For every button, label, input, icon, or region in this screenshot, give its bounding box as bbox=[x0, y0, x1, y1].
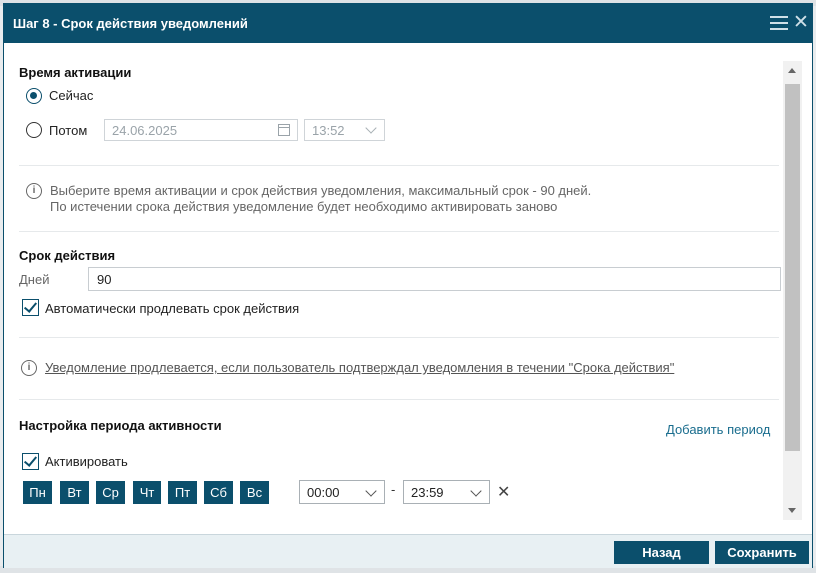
radio-now-label: Сейчас bbox=[49, 88, 94, 103]
remove-period-icon[interactable]: ✕ bbox=[497, 485, 510, 501]
activation-time-value: 13:52 bbox=[312, 123, 345, 138]
period-from-value: 00:00 bbox=[307, 485, 340, 500]
activation-title: Время активации bbox=[19, 65, 132, 80]
add-period-link[interactable]: Добавить период bbox=[666, 422, 770, 437]
auto-extend-label: Автоматически продлевать срок действия bbox=[45, 301, 300, 316]
divider bbox=[19, 337, 779, 338]
save-button[interactable]: Сохранить bbox=[715, 541, 809, 564]
activation-info-line1: Выберите время активации и срок действия… bbox=[50, 183, 592, 198]
radio-now[interactable] bbox=[26, 88, 42, 104]
day-button-sat[interactable]: Сб bbox=[204, 481, 233, 504]
info-icon: i bbox=[21, 360, 37, 376]
day-button-mon[interactable]: Пн bbox=[23, 481, 52, 504]
day-button-tue[interactable]: Вт bbox=[60, 481, 89, 504]
extension-info-link[interactable]: Уведомление продлевается, если пользоват… bbox=[45, 360, 674, 375]
activation-date-field[interactable]: 24.06.2025 bbox=[104, 119, 298, 141]
validity-title: Срок действия bbox=[19, 248, 116, 263]
activate-label: Активировать bbox=[45, 454, 128, 469]
chevron-down-icon bbox=[365, 122, 377, 134]
activate-checkbox[interactable] bbox=[22, 453, 39, 470]
days-input[interactable]: 90 bbox=[88, 267, 781, 291]
day-button-thu[interactable]: Чт bbox=[133, 481, 161, 504]
dialog: Шаг 8 - Срок действия уведомлений ✕ Врем… bbox=[3, 3, 813, 568]
info-icon: i bbox=[26, 183, 42, 199]
divider bbox=[19, 399, 779, 400]
scroll-thumb[interactable] bbox=[785, 84, 800, 451]
scroll-down-icon[interactable] bbox=[788, 508, 796, 513]
day-button-fri[interactable]: Пт bbox=[168, 481, 197, 504]
activation-info-line2: По истечении срока действия уведомление … bbox=[50, 199, 558, 214]
divider bbox=[19, 231, 779, 232]
auto-extend-checkbox[interactable] bbox=[22, 299, 39, 316]
calendar-icon[interactable] bbox=[278, 124, 290, 136]
radio-later-label: Потом bbox=[49, 123, 88, 138]
period-from-select[interactable]: 00:00 bbox=[299, 480, 385, 504]
dialog-content: Время активации Сейчас Потом 24.06.2025 … bbox=[4, 44, 781, 520]
activity-title: Настройка периода активности bbox=[19, 418, 222, 433]
period-to-select[interactable]: 23:59 bbox=[403, 480, 490, 504]
day-button-wed[interactable]: Ср bbox=[96, 481, 125, 504]
dialog-title: Шаг 8 - Срок действия уведомлений bbox=[13, 16, 248, 31]
dialog-titlebar: Шаг 8 - Срок действия уведомлений ✕ bbox=[4, 4, 812, 43]
scroll-up-icon[interactable] bbox=[788, 68, 796, 73]
day-button-sun[interactable]: Вс bbox=[240, 481, 269, 504]
days-value: 90 bbox=[97, 272, 112, 287]
chevron-down-icon bbox=[470, 485, 482, 497]
menu-icon[interactable] bbox=[770, 16, 788, 31]
days-label: Дней bbox=[19, 272, 50, 287]
activation-date-value: 24.06.2025 bbox=[112, 123, 178, 138]
back-button[interactable]: Назад bbox=[614, 541, 709, 564]
period-to-value: 23:59 bbox=[411, 485, 444, 500]
divider bbox=[19, 165, 779, 166]
period-dash: - bbox=[391, 482, 396, 497]
dialog-footer: Назад Сохранить bbox=[4, 534, 812, 568]
close-icon[interactable]: ✕ bbox=[793, 13, 809, 32]
chevron-down-icon bbox=[365, 485, 377, 497]
scrollbar[interactable] bbox=[783, 61, 802, 520]
activation-time-select[interactable]: 13:52 bbox=[304, 119, 385, 141]
radio-later[interactable] bbox=[26, 122, 42, 138]
